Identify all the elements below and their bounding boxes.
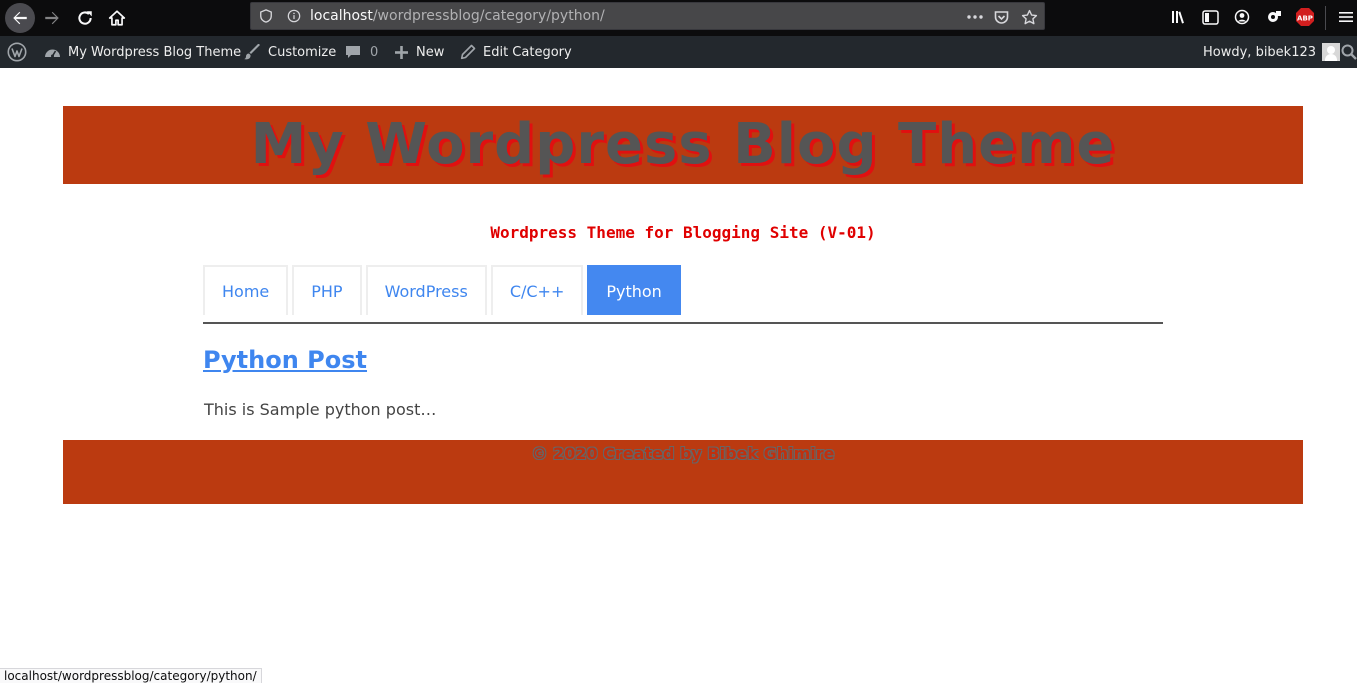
menu-icon — [1339, 12, 1353, 22]
url-text[interactable]: localhost/wordpressblog/category/python/ — [310, 8, 605, 24]
shield-icon[interactable] — [259, 9, 273, 23]
back-icon — [13, 11, 27, 25]
bookmark-button[interactable] — [1019, 7, 1039, 27]
wp-logo-button[interactable] — [7, 36, 34, 68]
comments-button[interactable]: 0 — [345, 36, 378, 68]
plus-icon — [395, 45, 408, 59]
home-icon — [108, 10, 126, 26]
menu-item-wordpress[interactable]: WordPress — [365, 265, 487, 315]
admin-bar-site-name[interactable]: My Wordpress Blog Theme — [44, 36, 241, 68]
sidebar-icon — [1201, 9, 1219, 25]
sidebar-button[interactable] — [1199, 6, 1221, 28]
svg-text:ABP: ABP — [1297, 15, 1313, 23]
site-name-label: My Wordpress Blog Theme — [68, 44, 242, 60]
my-account-button[interactable]: Howdy, bibek123 — [1203, 36, 1341, 68]
status-bar-link: localhost/wordpressblog/category/python/ — [0, 668, 262, 683]
admin-search-button[interactable] — [1341, 36, 1357, 68]
main-navigation: Home PHP WordPress C/C++ Python — [203, 265, 685, 315]
search-icon — [1341, 44, 1357, 60]
reload-icon — [78, 11, 92, 25]
toolbar-separator — [1325, 6, 1326, 30]
wordpress-logo-icon — [7, 42, 27, 62]
howdy-label: Howdy, bibek123 — [1203, 44, 1317, 60]
url-path: /wordpressblog/category/python/ — [372, 8, 605, 24]
footer-copyright: © 2020 Created by Bibek Ghimire — [531, 444, 835, 463]
site-header: My Wordpress Blog Theme — [63, 106, 1303, 184]
menu-item-c-cpp[interactable]: C/C++ — [490, 265, 584, 315]
dashboard-icon — [45, 49, 60, 57]
back-button[interactable] — [5, 3, 35, 33]
address-bar[interactable]: localhost/wordpressblog/category/python/ — [250, 2, 1045, 30]
account-button[interactable] — [1231, 6, 1253, 28]
forward-icon — [45, 11, 59, 25]
adblock-icon: ABP — [1296, 8, 1314, 26]
home-button[interactable] — [102, 3, 132, 33]
menu-divider — [203, 322, 1163, 324]
avatar — [1322, 43, 1341, 61]
site-tagline: Wordpress Theme for Blogging Site (V-01) — [490, 223, 876, 242]
bookmark-star-icon — [1021, 9, 1037, 24]
comments-count: 0 — [370, 44, 379, 60]
edit-category-label: Edit Category — [483, 44, 572, 60]
pocket-icon — [994, 11, 1008, 24]
site-footer: © 2020 Created by Bibek Ghimire — [63, 440, 1303, 504]
post-excerpt: This is Sample python post… — [204, 400, 437, 419]
post-title-link[interactable]: Python Post — [203, 346, 367, 374]
url-host: localhost — [310, 8, 373, 24]
menu-item-home[interactable]: Home — [203, 265, 289, 315]
brush-icon — [244, 44, 260, 60]
site-title[interactable]: My Wordpress Blog Theme — [63, 106, 1303, 184]
library-button[interactable] — [1168, 6, 1190, 28]
new-content-button[interactable]: New — [394, 36, 444, 68]
app-menu-button[interactable] — [1335, 6, 1357, 28]
info-icon[interactable] — [287, 9, 301, 23]
wp-admin-bar: My Wordpress Blog Theme Customize 0 New … — [0, 36, 1357, 68]
pencil-icon — [460, 44, 476, 60]
more-icon — [967, 15, 983, 19]
extension-icon — [1268, 11, 1281, 22]
browser-toolbar: localhost/wordpressblog/category/python/… — [0, 0, 1357, 36]
page-actions-button[interactable] — [965, 7, 985, 27]
extension-button[interactable] — [1263, 6, 1285, 28]
menu-item-python[interactable]: Python — [587, 265, 681, 315]
menu-item-php[interactable]: PHP — [292, 265, 362, 315]
new-label: New — [416, 44, 445, 60]
account-icon — [1234, 9, 1250, 25]
adblock-button[interactable]: ABP — [1294, 6, 1316, 28]
reload-button[interactable] — [70, 3, 100, 33]
edit-category-button[interactable]: Edit Category — [460, 36, 572, 68]
forward-button[interactable] — [37, 3, 67, 33]
pocket-button[interactable] — [991, 7, 1011, 27]
comment-icon — [346, 46, 360, 58]
customize-label: Customize — [268, 44, 337, 60]
customize-button[interactable]: Customize — [244, 36, 336, 68]
library-icon — [1172, 11, 1184, 24]
